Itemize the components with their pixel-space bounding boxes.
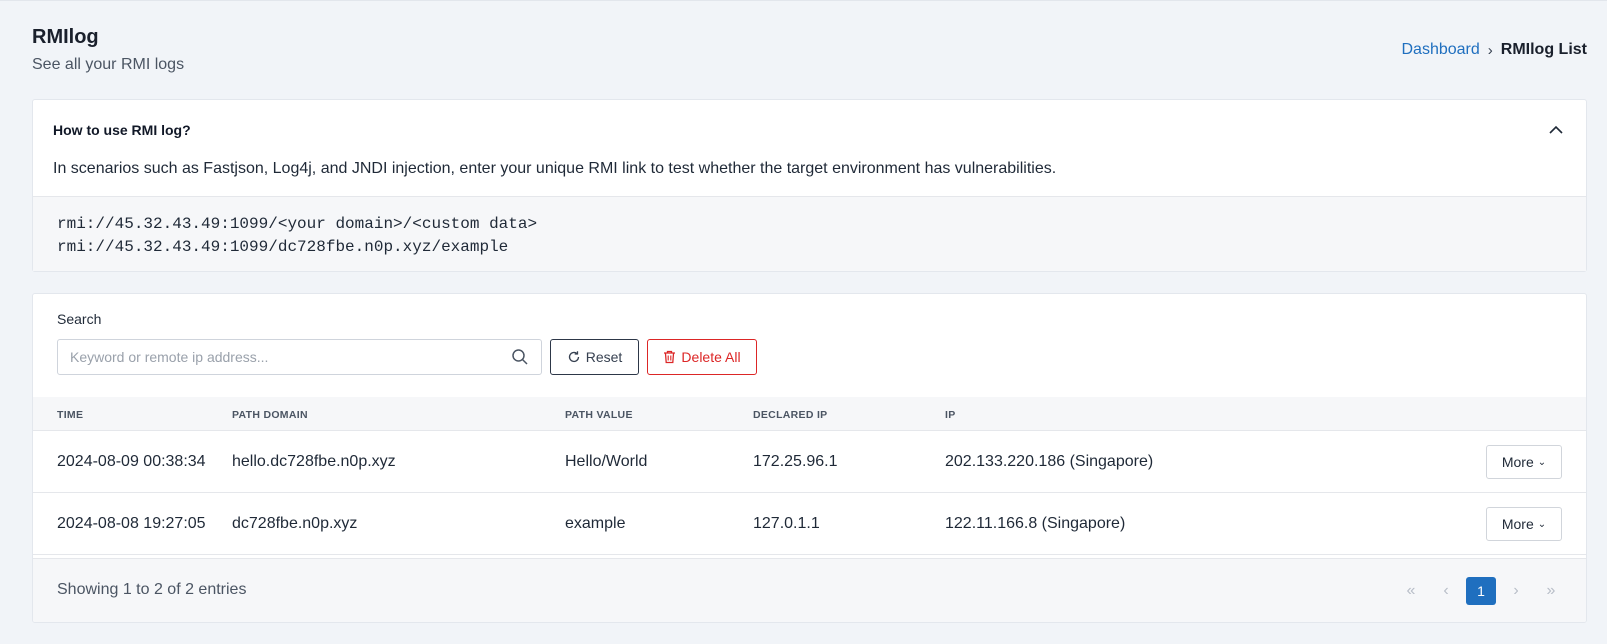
column-header-declared-ip: DECLARED IP: [753, 409, 828, 421]
page-header: RMIlog See all your RMI logs Dashboard ›…: [32, 25, 1587, 77]
cell-path-value: example: [565, 515, 626, 532]
cell-path-domain: hello.dc728fbe.n0p.xyz: [232, 453, 396, 470]
cell-time: 2024-08-09 00:38:34: [57, 453, 206, 470]
help-description: In scenarios such as Fastjson, Log4j, an…: [53, 160, 1057, 177]
more-button-label: More: [1501, 454, 1534, 470]
rmilog-table: TIME PATH DOMAIN PATH VALUE DECLARED IP …: [33, 397, 1586, 555]
table-header: TIME PATH DOMAIN PATH VALUE DECLARED IP …: [33, 397, 1586, 431]
refresh-icon: [568, 351, 579, 363]
last-page-button[interactable]: »: [1536, 577, 1566, 605]
table-footer: Showing 1 to 2 of 2 entries « ‹ 1 › »: [33, 558, 1586, 622]
column-header-time: TIME: [57, 409, 84, 421]
cell-declared-ip: 127.0.1.1: [753, 515, 820, 532]
cell-declared-ip: 172.25.96.1: [753, 453, 838, 470]
help-panel-header[interactable]: How to use RMI log?: [33, 100, 1586, 142]
page-subtitle: See all your RMI logs: [32, 56, 185, 73]
cell-time: 2024-08-08 19:27:05: [57, 515, 206, 532]
search-box: [57, 339, 542, 375]
entries-info: Showing 1 to 2 of 2 entries: [57, 581, 247, 598]
more-button[interactable]: More ⌄: [1486, 445, 1562, 479]
rmilog-list-panel: Search Reset Delete All TIME PATH DOMAIN…: [32, 293, 1587, 623]
code-block: rmi://45.32.43.49:1099/<your domain>/<cu…: [33, 196, 1586, 271]
search-input[interactable]: [58, 340, 498, 374]
cell-path-value: Hello/World: [565, 453, 648, 470]
help-panel: How to use RMI log? In scenarios such as…: [32, 99, 1587, 272]
chevron-up-icon[interactable]: [1548, 122, 1564, 138]
more-button[interactable]: More ⌄: [1486, 507, 1562, 541]
cell-ip: 202.133.220.186 (Singapore): [945, 453, 1154, 470]
breadcrumb: Dashboard › RMIlog List: [1402, 41, 1588, 59]
delete-all-button-label: Delete All: [681, 349, 741, 365]
table-row: 2024-08-09 00:38:34 hello.dc728fbe.n0p.x…: [33, 431, 1586, 493]
table-row: 2024-08-08 19:27:05 dc728fbe.n0p.xyz exa…: [33, 493, 1586, 555]
more-button-label: More: [1501, 516, 1534, 532]
trash-icon: [664, 350, 676, 364]
reset-button-label: Reset: [585, 349, 623, 365]
page-title: RMIlog: [32, 26, 99, 48]
code-line-template: rmi://45.32.43.49:1099/<your domain>/<cu…: [57, 215, 538, 233]
prev-page-button[interactable]: ‹: [1431, 577, 1461, 605]
cell-ip: 122.11.166.8 (Singapore): [945, 515, 1126, 532]
search-icon[interactable]: [511, 348, 529, 366]
next-page-button[interactable]: ›: [1501, 577, 1531, 605]
page-1-button[interactable]: 1: [1466, 577, 1496, 605]
first-page-button[interactable]: «: [1396, 577, 1426, 605]
help-panel-title: How to use RMI log?: [53, 122, 191, 138]
search-label: Search: [57, 311, 102, 327]
delete-all-button[interactable]: Delete All: [647, 339, 757, 375]
breadcrumb-current: RMIlog List: [1500, 41, 1587, 58]
chevron-down-icon: ⌄: [1537, 456, 1547, 468]
column-header-path-value: PATH VALUE: [565, 409, 633, 421]
cell-path-domain: dc728fbe.n0p.xyz: [232, 515, 358, 532]
chevron-down-icon: ⌄: [1537, 518, 1547, 530]
reset-button[interactable]: Reset: [550, 339, 639, 375]
code-line-example: rmi://45.32.43.49:1099/dc728fbe.n0p.xyz/…: [57, 238, 509, 256]
breadcrumb-separator: ›: [1487, 41, 1493, 59]
breadcrumb-dashboard-link[interactable]: Dashboard: [1402, 41, 1480, 59]
column-header-ip: IP: [945, 409, 956, 421]
column-header-path-domain: PATH DOMAIN: [232, 409, 308, 421]
pagination: « ‹ 1 › »: [1391, 577, 1566, 605]
